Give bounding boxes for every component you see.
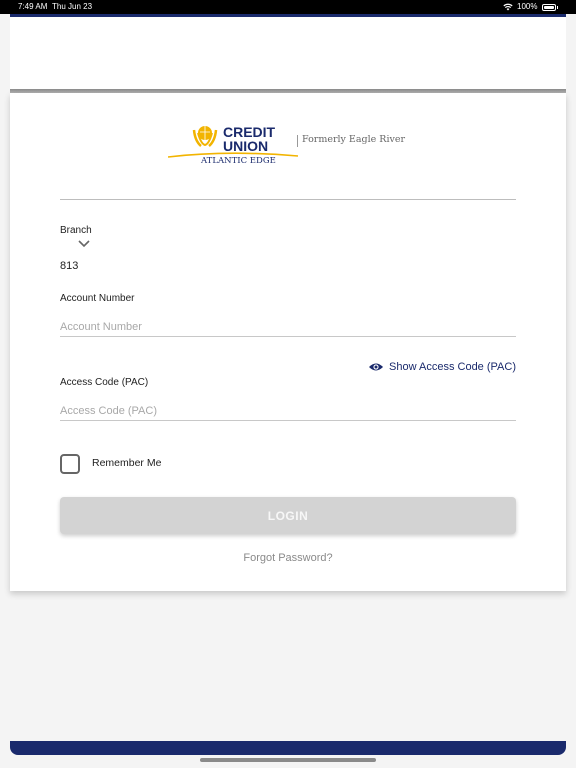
- login-card: CREDIT UNION ATLANTIC EDGE Formerly Eagl…: [10, 93, 566, 591]
- eye-icon: [369, 363, 384, 371]
- account-number-label: Account Number: [60, 293, 135, 304]
- status-bar: 7:49 AM Thu Jun 23 100%: [0, 0, 576, 14]
- wifi-icon: [503, 3, 513, 11]
- login-button[interactable]: LOGIN: [60, 497, 516, 534]
- status-date: Thu Jun 23: [52, 2, 93, 11]
- battery-icon: [541, 3, 556, 11]
- show-pac-toggle[interactable]: Show Access Code (PAC): [368, 361, 516, 373]
- remember-me-checkbox[interactable]: [60, 454, 80, 474]
- status-indicators: 100%: [503, 0, 558, 14]
- home-indicator: [200, 758, 376, 762]
- battery-tip: [556, 5, 558, 9]
- chevron-down-icon[interactable]: [78, 240, 90, 248]
- branch-label: Branch: [60, 225, 92, 236]
- remember-me-label: Remember Me: [92, 457, 162, 469]
- branch-select-value[interactable]: 813: [60, 260, 78, 272]
- logo-formerly: Formerly Eagle River: [302, 134, 406, 145]
- forgot-password-link[interactable]: Forgot Password?: [10, 552, 566, 564]
- logo-line2: UNION: [223, 138, 268, 154]
- bottom-bar: [10, 741, 566, 755]
- logo-divider: [297, 135, 298, 147]
- pac-label: Access Code (PAC): [60, 377, 149, 388]
- account-number-input[interactable]: [60, 318, 516, 337]
- show-pac-label: Show Access Code (PAC): [389, 361, 516, 373]
- logo-separator: [60, 199, 516, 200]
- pac-input[interactable]: [60, 402, 516, 421]
- status-time: 7:49 AM: [18, 2, 48, 11]
- top-panel: [10, 17, 566, 89]
- battery-percent: 100%: [517, 2, 538, 11]
- logo-line3: ATLANTIC EDGE: [200, 156, 276, 165]
- app-frame: CREDIT UNION ATLANTIC EDGE Formerly Eagl…: [0, 14, 576, 768]
